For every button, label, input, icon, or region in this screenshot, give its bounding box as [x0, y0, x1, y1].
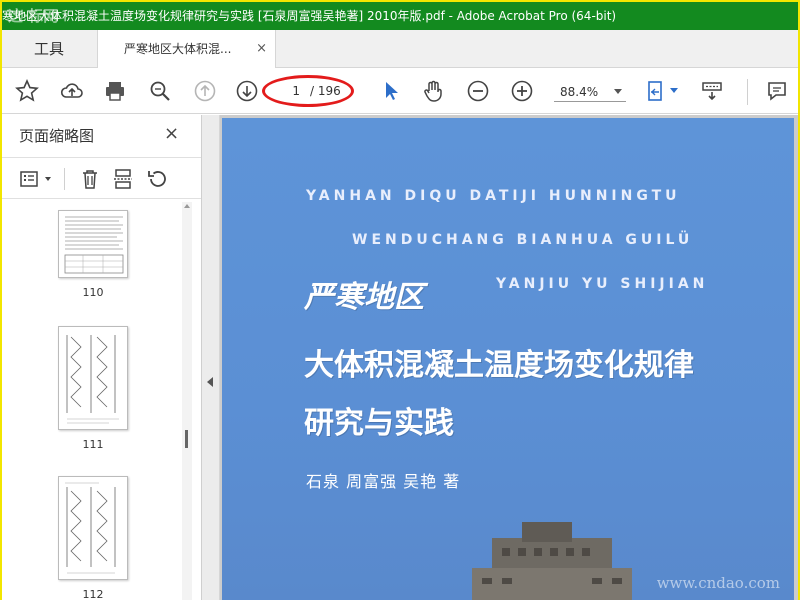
tab-tools-label: 工具 — [34, 40, 65, 58]
hand-icon[interactable] — [420, 78, 446, 104]
thumbnail-page-number: 112 — [82, 588, 104, 600]
rotate-cw-icon[interactable] — [177, 167, 189, 191]
print-icon[interactable] — [102, 78, 128, 104]
page-down-icon[interactable] — [234, 78, 260, 104]
trash-icon[interactable] — [78, 167, 102, 191]
thumbnail-options-icon[interactable] — [18, 167, 42, 191]
cover-title-line2: 大体积混凝土温度场变化规律 — [304, 348, 694, 383]
page-up-icon[interactable] — [192, 78, 218, 104]
zoom-level-value: 88.4% — [560, 85, 599, 99]
thumbnail-content — [64, 216, 124, 274]
cover-title-line1: 严寒地区 — [304, 280, 424, 315]
tab-document-label: 严寒地区大体积混... — [124, 42, 232, 56]
thumbnail-list: 110 111 112 — [2, 200, 201, 600]
thumbnail-page-number: 110 — [82, 286, 104, 299]
extract-pages-icon[interactable] — [111, 167, 135, 191]
tab-tools[interactable]: 工具 — [2, 30, 98, 68]
close-tab-icon[interactable]: × — [256, 30, 267, 68]
tab-document[interactable]: 严寒地区大体积混... × — [98, 30, 276, 68]
scroll-up-icon[interactable] — [184, 204, 190, 208]
cover-pinyin-line1: YANHAN DIQU DATIJI HUNNINGTU — [306, 188, 681, 204]
thumbnail-content — [66, 335, 119, 424]
select-cursor-icon[interactable] — [378, 78, 404, 104]
cover-pinyin-line3: YANJIU YU SHIJIAN — [496, 276, 709, 292]
collapse-arrow-icon[interactable] — [207, 377, 213, 387]
star-icon[interactable] — [14, 78, 40, 104]
zoom-search-icon[interactable] — [147, 78, 173, 104]
scrollbar-thumb[interactable] — [185, 430, 188, 448]
tab-bar: 工具 严寒地区大体积混... × — [2, 30, 798, 68]
zoom-in-icon[interactable] — [509, 78, 535, 104]
main-toolbar: 1 / 196 88.4% — [2, 69, 798, 114]
panel-title: 页面缩略图 — [19, 127, 95, 145]
chevron-down-icon[interactable] — [45, 177, 51, 181]
cover-title-line3: 研究与实践 — [304, 406, 454, 441]
rotate-ccw-icon[interactable] — [145, 167, 169, 191]
cover-building-image — [472, 522, 632, 600]
chevron-down-icon — [614, 89, 622, 94]
watermark-url: www.cndao.com — [656, 574, 780, 592]
watermark-logo: 这·标网 — [8, 7, 59, 25]
thumbnail-content — [65, 482, 116, 574]
thumbnail-scrollbar[interactable] — [182, 202, 192, 600]
toolbar-divider — [747, 79, 748, 105]
thumbnail-page-number: 111 — [82, 438, 104, 451]
highlight-oval-annotation — [262, 75, 354, 107]
page-thumbnail[interactable] — [58, 326, 128, 430]
close-panel-icon[interactable]: × — [164, 123, 179, 144]
panel-divider — [64, 168, 65, 190]
window-title: 寒地区大体积混凝土温度场变化规律研究与实践 [石泉周富强吴艳著] 2010年版.… — [2, 9, 617, 23]
panel-toolbar — [2, 157, 201, 199]
page-thumbnail[interactable] — [58, 476, 128, 580]
page-thumbnail[interactable] — [58, 210, 128, 278]
thumbnails-panel: 页面缩略图 × 110 111 112 — [2, 115, 202, 600]
book-cover-page: YANHAN DIQU DATIJI HUNNINGTU WENDUCHANG … — [222, 118, 794, 600]
cover-pinyin-line2: WENDUCHANG BIANHUA GUILÜ — [352, 232, 694, 248]
window-titlebar: 寒地区大体积混凝土温度场变化规律研究与实践 [石泉周富强吴艳著] 2010年版.… — [2, 2, 798, 30]
zoom-level-select[interactable]: 88.4% — [554, 82, 626, 102]
zoom-out-icon[interactable] — [465, 78, 491, 104]
fit-page-dropdown-icon[interactable] — [670, 88, 678, 93]
scroll-mode-icon[interactable] — [699, 78, 725, 104]
comment-icon[interactable] — [764, 78, 790, 104]
document-viewer[interactable]: YANHAN DIQU DATIJI HUNNINGTU WENDUCHANG … — [220, 115, 798, 600]
cloud-upload-icon[interactable] — [59, 78, 85, 104]
panel-collapse-strip[interactable] — [202, 115, 220, 600]
cover-authors: 石泉 周富强 吴艳 著 — [306, 472, 461, 491]
fit-page-icon[interactable] — [644, 78, 670, 104]
